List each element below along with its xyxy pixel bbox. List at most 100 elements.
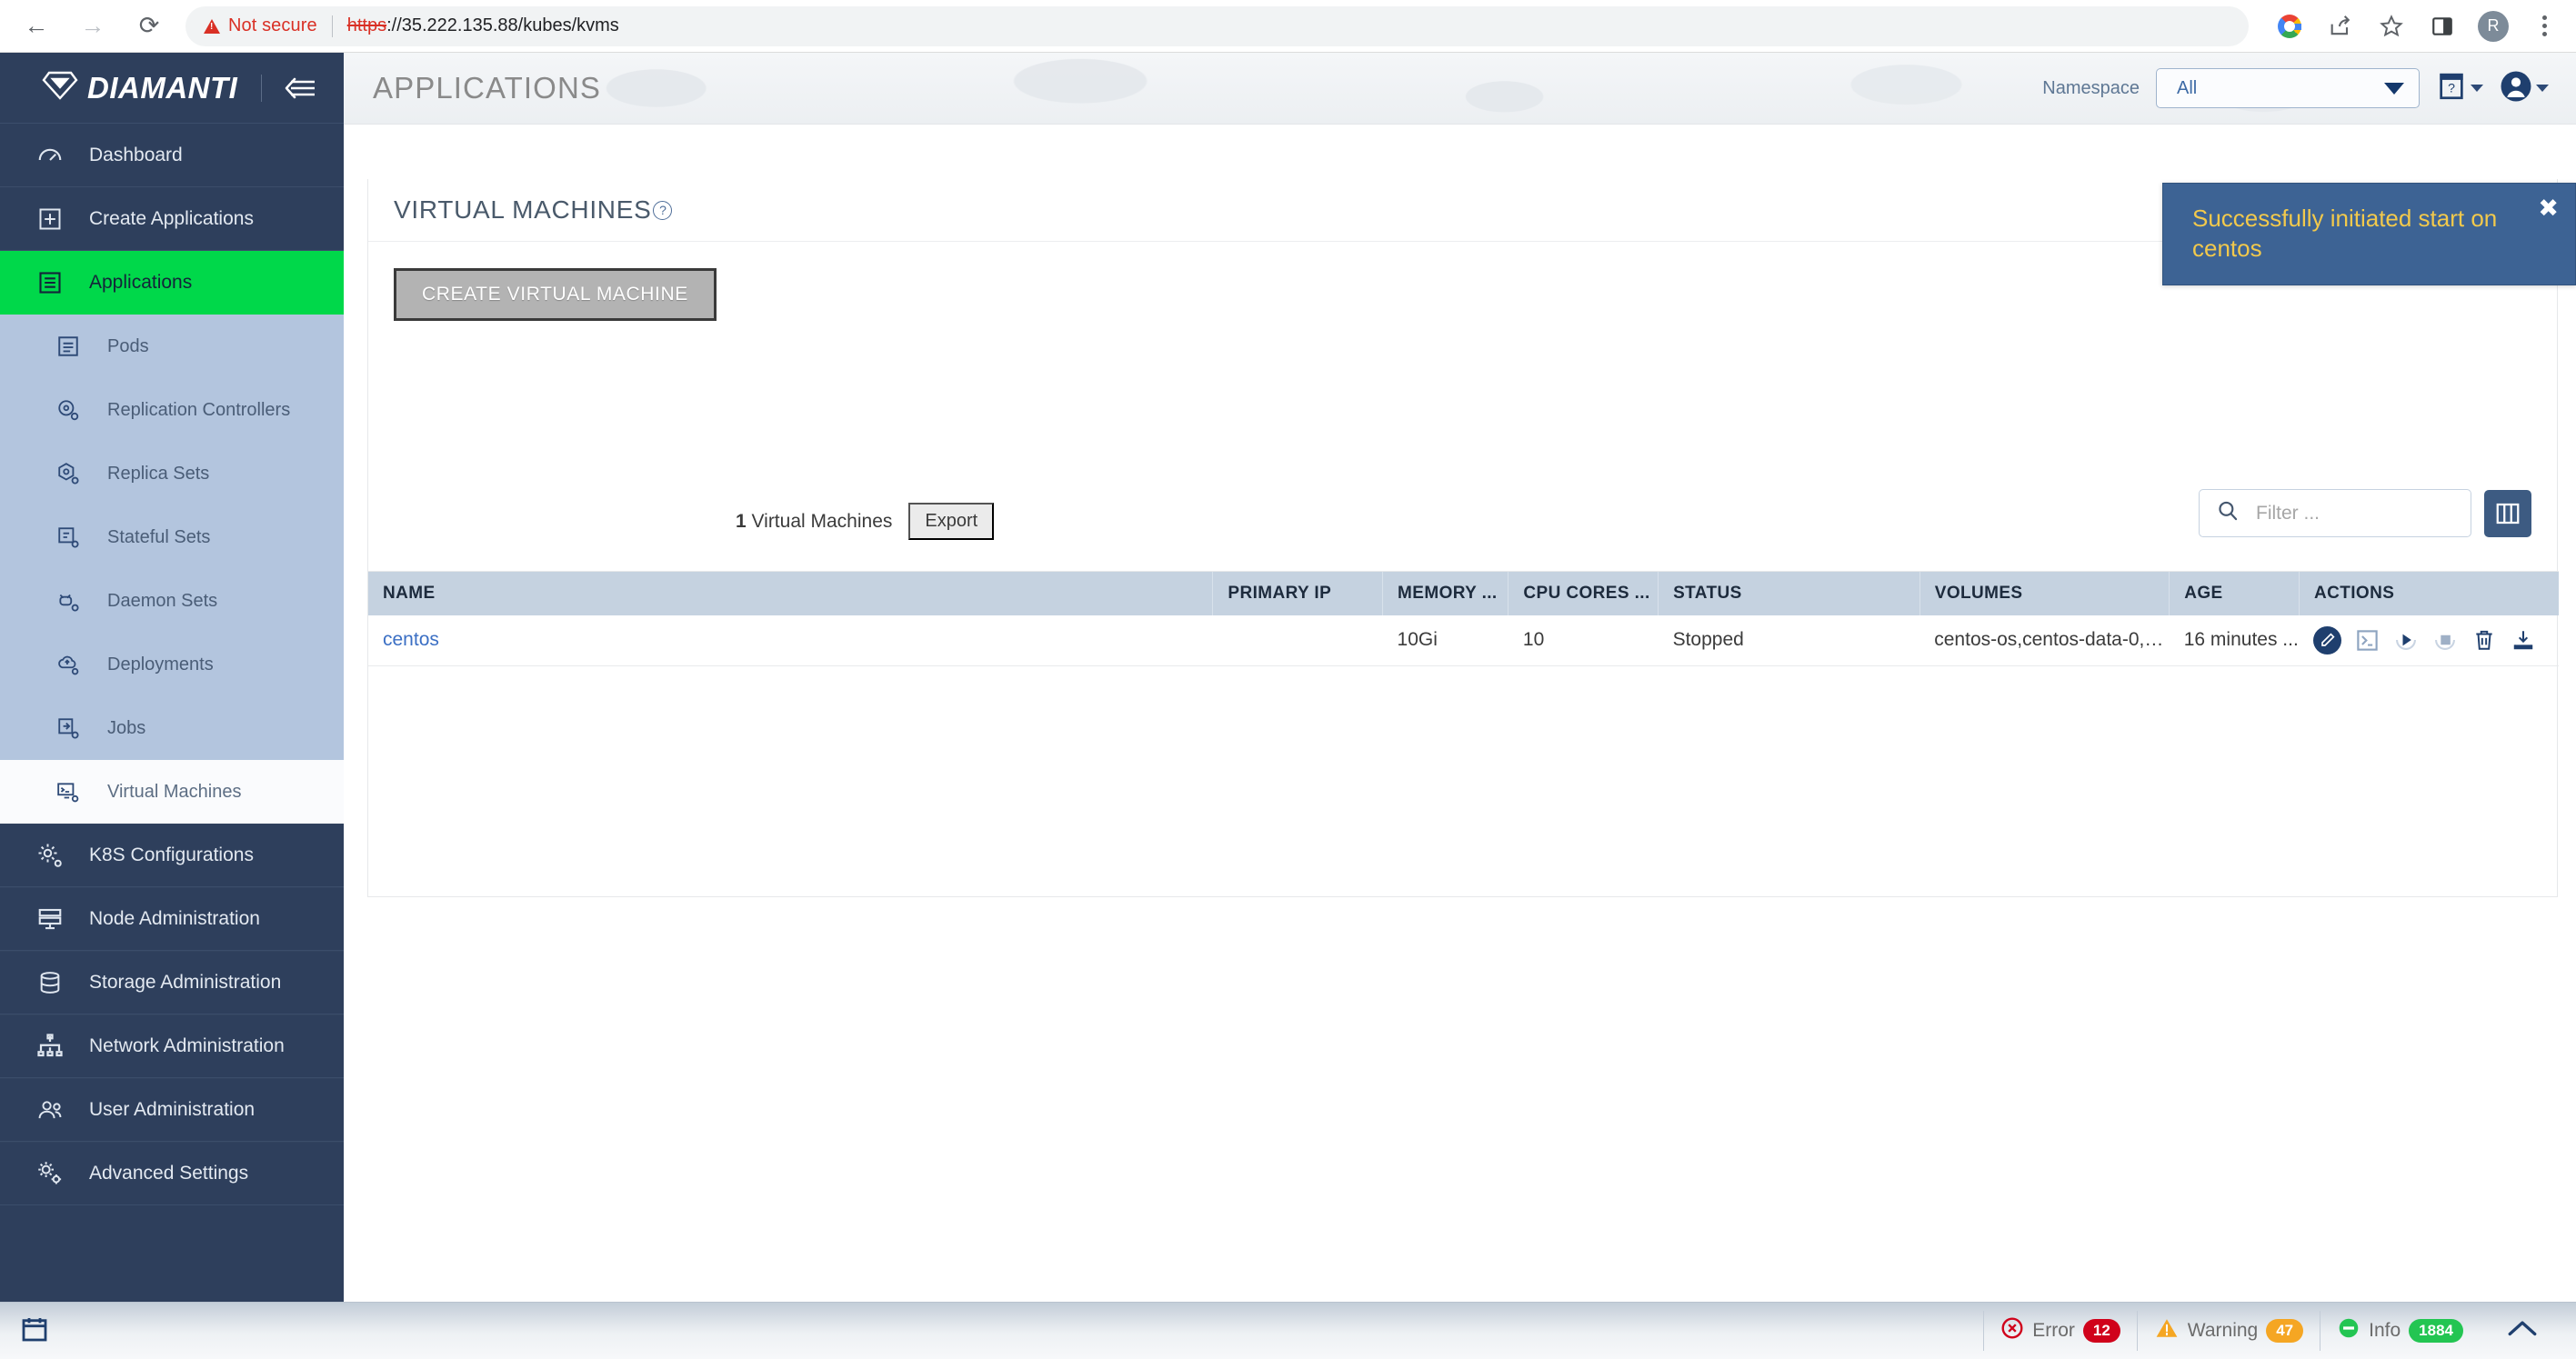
column-header-volumes[interactable]: VOLUMES bbox=[1919, 572, 2170, 615]
kebab-menu-icon[interactable] bbox=[2529, 11, 2560, 42]
sidebar-subitem-label: Jobs bbox=[107, 717, 146, 738]
sidebar-item-pods[interactable]: Pods bbox=[0, 315, 344, 378]
sidebar-item-label: User Administration bbox=[89, 1099, 256, 1120]
namespace-label: Namespace bbox=[2042, 77, 2140, 98]
google-icon[interactable] bbox=[2274, 11, 2305, 42]
download-icon[interactable] bbox=[2510, 626, 2537, 654]
cell-primary-ip bbox=[1212, 615, 1383, 666]
users-icon bbox=[35, 1096, 65, 1124]
url-path: ://35.222.135.88/kubes/kvms bbox=[386, 15, 619, 35]
virtual-machines-icon bbox=[53, 780, 84, 804]
sidebar-item-network-administration[interactable]: Network Administration bbox=[0, 1014, 344, 1078]
diamanti-diamond-icon bbox=[42, 69, 78, 106]
namespace-select[interactable]: All bbox=[2156, 68, 2420, 108]
sidebar-item-stateful-sets[interactable]: Stateful Sets bbox=[0, 505, 344, 569]
help-menu-button[interactable]: ? bbox=[2436, 71, 2483, 106]
vm-name-link[interactable]: centos bbox=[383, 629, 439, 650]
sidebar-item-node-administration[interactable]: Node Administration bbox=[0, 887, 344, 951]
forward-arrow-icon[interactable]: → bbox=[69, 3, 116, 50]
search-input[interactable] bbox=[2256, 502, 2454, 525]
status-bar-right: Error 12 Warning 47 Info 1884 bbox=[1983, 1311, 2576, 1351]
sidebar-item-storage-administration[interactable]: Storage Administration bbox=[0, 951, 344, 1014]
daemon-sets-icon bbox=[53, 589, 84, 613]
column-header-age[interactable]: AGE bbox=[2169, 572, 2300, 615]
database-icon bbox=[35, 970, 65, 995]
network-icon bbox=[35, 1033, 65, 1060]
warning-icon bbox=[2154, 1316, 2180, 1345]
collapse-sidebar-icon[interactable] bbox=[282, 76, 316, 100]
sidebar-item-k8s-configurations[interactable]: K8S Configurations bbox=[0, 824, 344, 887]
column-header-name[interactable]: NAME bbox=[368, 572, 1214, 615]
status-info-item[interactable]: Info 1884 bbox=[2320, 1311, 2480, 1351]
sidebar-item-dashboard[interactable]: Dashboard bbox=[0, 124, 344, 187]
user-menu-button[interactable] bbox=[2500, 70, 2549, 107]
console-icon[interactable] bbox=[2353, 626, 2381, 654]
notification-toast: Successfully initiated start on centos ✖ bbox=[2162, 183, 2576, 285]
back-arrow-icon[interactable]: ← bbox=[13, 3, 60, 50]
applications-submenu: Pods Replication Controllers Replica Set… bbox=[0, 315, 344, 824]
table-row[interactable]: centos 10Gi 10 Stopped centos-os,centos-… bbox=[368, 615, 2559, 666]
pods-icon bbox=[53, 335, 84, 358]
sidebar-item-daemon-sets[interactable]: Daemon Sets bbox=[0, 569, 344, 633]
sidebar-item-deployments[interactable]: Deployments bbox=[0, 633, 344, 696]
replication-controllers-icon bbox=[53, 398, 84, 422]
browser-toolbar: ← → ⟳ Not secure https://35.222.135.88/k… bbox=[0, 0, 2576, 53]
sidebar-subitem-label: Pods bbox=[107, 335, 149, 356]
chevron-up-icon[interactable] bbox=[2480, 1315, 2558, 1346]
status-warning-item[interactable]: Warning 47 bbox=[2136, 1311, 2320, 1351]
share-icon[interactable] bbox=[2325, 11, 2356, 42]
namespace-selected-value: All bbox=[2177, 77, 2198, 98]
logo-divider bbox=[261, 74, 263, 102]
close-icon[interactable]: ✖ bbox=[2538, 196, 2559, 221]
column-header-cpu-cores[interactable]: CPU CORES ... bbox=[1508, 572, 1659, 615]
bookmark-star-icon[interactable] bbox=[2376, 11, 2407, 42]
edit-icon[interactable] bbox=[2313, 625, 2342, 655]
info-icon bbox=[2337, 1316, 2360, 1345]
not-secure-warning-icon bbox=[204, 18, 220, 34]
table-body: centos 10Gi 10 Stopped centos-os,centos-… bbox=[368, 615, 2559, 666]
export-button[interactable]: Export bbox=[908, 503, 995, 540]
column-header-primary-ip[interactable]: PRIMARY IP bbox=[1212, 572, 1384, 615]
sidebar-item-replication-controllers[interactable]: Replication Controllers bbox=[0, 378, 344, 442]
profile-avatar[interactable]: R bbox=[2478, 10, 2509, 42]
status-info-label: Info bbox=[2369, 1320, 2401, 1341]
stop-icon[interactable] bbox=[2431, 626, 2459, 654]
card-title: VIRTUAL MACHINES bbox=[394, 195, 652, 224]
help-circle-icon[interactable]: ? bbox=[653, 200, 673, 220]
sidebar-item-label: Advanced Settings bbox=[89, 1163, 249, 1184]
column-header-status[interactable]: STATUS bbox=[1658, 572, 1920, 615]
virtual-machines-card: VIRTUAL MACHINES ? CREATE VIRTUAL MACHIN… bbox=[367, 179, 2559, 897]
columns-toggle-icon[interactable] bbox=[2484, 489, 2531, 537]
brand-name: DIAMANTI bbox=[87, 70, 238, 105]
replica-sets-icon bbox=[53, 462, 84, 485]
brand-logo-row: DIAMANTI bbox=[0, 53, 344, 124]
table-header-row: NAME PRIMARY IP MEMORY ... CPU CORES ...… bbox=[368, 572, 2559, 615]
start-icon[interactable] bbox=[2392, 626, 2420, 654]
column-header-memory[interactable]: MEMORY ... bbox=[1382, 572, 1509, 615]
search-icon bbox=[2216, 499, 2240, 527]
side-panel-icon[interactable] bbox=[2427, 11, 2458, 42]
sidebar-item-replica-sets[interactable]: Replica Sets bbox=[0, 442, 344, 505]
sidebar-item-applications[interactable]: Applications bbox=[0, 251, 344, 315]
vm-count-number: 1 bbox=[736, 510, 747, 532]
sidebar-item-create-applications[interactable]: Create Applications bbox=[0, 187, 344, 251]
list-square-icon bbox=[35, 270, 65, 295]
calendar-events-icon[interactable] bbox=[20, 1314, 49, 1348]
sidebar-item-advanced-settings[interactable]: Advanced Settings bbox=[0, 1142, 344, 1205]
cell-actions bbox=[2299, 615, 2559, 666]
chevron-down-icon bbox=[2536, 85, 2549, 92]
sidebar-item-label: Network Administration bbox=[89, 1035, 285, 1056]
sidebar-item-label: Applications bbox=[89, 271, 193, 293]
cell-volumes: centos-os,centos-data-0,c... bbox=[1919, 615, 2170, 666]
table-head: NAME PRIMARY IP MEMORY ... CPU CORES ...… bbox=[368, 572, 2559, 615]
address-bar[interactable]: Not secure https://35.222.135.88/kubes/k… bbox=[185, 5, 2249, 46]
sidebar-item-jobs[interactable]: Jobs bbox=[0, 696, 344, 760]
sidebar-item-virtual-machines[interactable]: Virtual Machines bbox=[0, 760, 344, 824]
status-error-item[interactable]: Error 12 bbox=[1983, 1311, 2137, 1351]
delete-icon[interactable] bbox=[2471, 626, 2498, 654]
reload-icon[interactable]: ⟳ bbox=[125, 3, 173, 50]
filter-box[interactable] bbox=[2199, 489, 2471, 537]
filter-controls bbox=[2199, 489, 2531, 537]
create-virtual-machine-button[interactable]: CREATE VIRTUAL MACHINE bbox=[394, 268, 717, 321]
sidebar-item-user-administration[interactable]: User Administration bbox=[0, 1078, 344, 1142]
